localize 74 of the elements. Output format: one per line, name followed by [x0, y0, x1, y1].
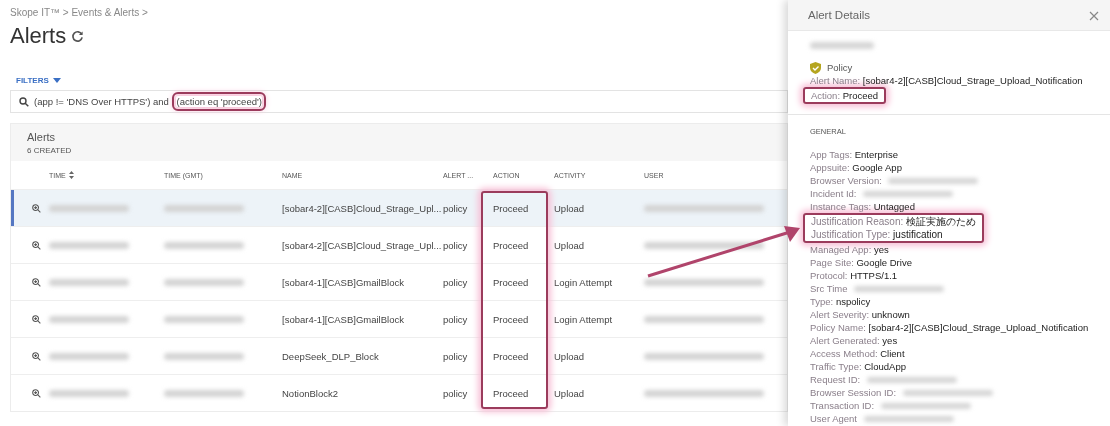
table-cell: Upload	[554, 350, 585, 362]
table-cell: Login Attempt	[554, 276, 613, 288]
detail-row-text: App Tags: Enterprise	[810, 148, 900, 161]
table-row[interactable]: NotionBlock2 policy Proceed Upload	[11, 374, 787, 411]
table-cell: DeepSeek_DLP_Block	[282, 350, 379, 362]
table-row[interactable]: [sobar4-2][CASB]Cloud_Strage_Upl...policy Proceed Upload	[11, 226, 787, 263]
table-cell: policy	[443, 350, 468, 362]
blurred-text	[810, 42, 874, 49]
table-cell: Login Attempt	[554, 313, 613, 325]
detail-row: Justification Reason: 検証実施のため	[811, 215, 977, 228]
search-field[interactable]: (app != 'DNS Over HTTPS') and (action eq 'proceed')	[10, 90, 788, 113]
detail-row-text: Traffic Type: CloudApp	[810, 360, 907, 373]
zoom-in-icon[interactable]	[32, 203, 41, 213]
table-cell: Proceed	[493, 276, 529, 288]
filters-toggle[interactable]: FILTERS	[16, 76, 49, 85]
table-cell: Upload	[554, 202, 585, 214]
table-cell: policy	[443, 276, 468, 288]
table-cell: Proceed	[493, 202, 529, 214]
close-button[interactable]	[1088, 9, 1100, 21]
detail-row: Transaction ID:	[810, 399, 1098, 412]
table-cell: policy	[443, 202, 468, 214]
detail-row-text: Type: nspolicy	[810, 295, 872, 308]
search-icon	[19, 96, 29, 107]
table-row[interactable]: DeepSeek_DLP_Block policy Proceed Upload	[11, 337, 787, 374]
alert-count: 6 CREATED	[27, 146, 73, 155]
detail-row-text: Alert Severity: unknown	[810, 308, 911, 321]
table-cell: [sobar4-1][CASB]GmailBlock	[282, 313, 404, 325]
table-cell: [sobar4-2][CASB]Cloud_Strage_Upl...	[282, 202, 442, 214]
table-cell: Proceed	[493, 313, 529, 325]
detail-row-text: Justification Type: justification	[811, 228, 944, 241]
sort-icon[interactable]	[68, 171, 74, 179]
breadcrumb[interactable]: Skope IT™ > Events & Alerts >	[0, 0, 788, 18]
detail-row: Request ID:	[810, 373, 1098, 386]
table-row[interactable]: [sobar4-1][CASB]GmailBlock policy Proceed Login Attempt	[11, 263, 787, 300]
detail-row: Incident Id:	[810, 187, 1098, 200]
page-title: Alerts	[10, 23, 67, 49]
detail-row: Browser Session ID:	[810, 386, 1098, 399]
table-cell: policy	[443, 387, 468, 399]
table-cell: Proceed	[493, 387, 529, 399]
caret-icon[interactable]	[52, 77, 61, 84]
detail-row-text: Appsuite: Google App	[810, 161, 903, 174]
zoom-in-icon[interactable]	[32, 240, 41, 250]
detail-row: Browser Version:	[810, 174, 1098, 187]
detail-row-text: Access Method: Client	[810, 347, 906, 360]
table-cell: Proceed	[493, 239, 529, 251]
table-cell: policy	[443, 239, 468, 251]
zoom-in-icon[interactable]	[32, 388, 41, 398]
panel-title: Alert Details	[808, 9, 870, 21]
table-row[interactable]: [sobar4-1][CASB]GmailBlock policy Proceed Login Attempt	[11, 300, 787, 337]
detail-row-text: Instance Tags: Untagged	[810, 200, 916, 213]
zoom-in-icon[interactable]	[32, 314, 41, 324]
table-cell: [sobar4-1][CASB]GmailBlock	[282, 276, 404, 288]
detail-row: Src Time	[810, 282, 1098, 295]
table-cell: NotionBlock2	[282, 387, 338, 399]
shield-check-icon	[810, 61, 821, 74]
detail-row-text: Managed App: yes	[810, 243, 890, 256]
table-row[interactable]: [sobar4-2][CASB]Cloud_Strage_Upl...policy Proceed Upload	[11, 189, 787, 226]
table-cell: [sobar4-2][CASB]Cloud_Strage_Upl...	[282, 239, 442, 251]
table-cell: Proceed	[493, 350, 529, 362]
detail-row-text: Policy Name: [sobar4-2][CASB]Cloud_Strage_Upload_Notification	[810, 321, 1090, 334]
table-cell: Upload	[554, 239, 585, 251]
detail-row: Action: Proceed	[811, 89, 879, 102]
table-cell: Upload	[554, 387, 585, 399]
card-title: Alerts	[27, 131, 57, 143]
zoom-in-icon[interactable]	[32, 351, 41, 361]
detail-row-text: Alert Generated: yes	[810, 334, 899, 347]
zoom-in-icon[interactable]	[32, 277, 41, 287]
detail-row-text: Page Site: Google Drive	[810, 256, 913, 269]
alert-type: Policy	[827, 62, 853, 73]
detail-row: User Agent	[810, 412, 1098, 425]
table-cell: policy	[443, 313, 468, 325]
detail-row-text: Alert Name: [sobar4-2][CASB]Cloud_Strage_Upload_Notification	[810, 74, 1084, 87]
detail-row-text: Protocol: HTTPS/1.1	[810, 269, 899, 282]
refresh-icon[interactable]	[71, 29, 85, 43]
